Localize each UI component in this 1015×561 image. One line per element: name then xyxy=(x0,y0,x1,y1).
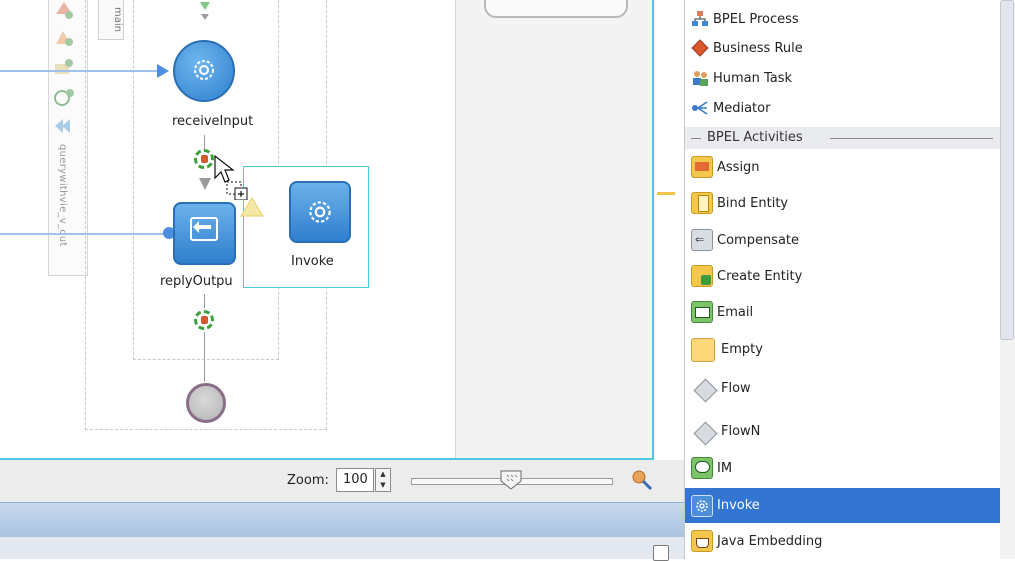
palette-item-assign[interactable]: Assign xyxy=(685,154,1001,180)
palette-item-bind-entity[interactable]: Bind Entity xyxy=(685,190,1001,216)
receive-wire xyxy=(0,70,163,72)
palette-item-label: Mediator xyxy=(713,100,771,116)
adapter-tool-icon[interactable] xyxy=(53,28,75,48)
connector-line xyxy=(204,135,205,149)
palette-section-title: BPEL Activities xyxy=(707,130,803,145)
palette-item-label: Assign xyxy=(717,159,760,175)
end-circle-icon xyxy=(186,383,226,423)
zoom-fit-icon[interactable] xyxy=(631,469,653,491)
reply-activity[interactable] xyxy=(173,202,236,265)
connector-line xyxy=(204,332,205,382)
palette-item-human-task[interactable]: Human Task xyxy=(685,67,1001,89)
zoom-label: Zoom: xyxy=(287,473,329,488)
bpel-process-icon xyxy=(692,11,708,26)
palette-item-label: Flow xyxy=(721,380,751,396)
drag-preview-invoke: Invoke xyxy=(243,166,369,288)
empty-icon xyxy=(691,338,715,362)
palette-item-bpel-process[interactable]: BPEL Process xyxy=(685,8,1001,30)
palette-item-label: Email xyxy=(717,304,754,320)
partner-link-swimlane-pill xyxy=(484,0,628,18)
canvas-frame-border xyxy=(652,0,654,462)
receive-activity[interactable] xyxy=(173,40,235,102)
palette-item-label: FlowN xyxy=(721,423,761,439)
palette-item-compensate[interactable]: ⇐ Compensate xyxy=(685,227,1001,253)
palette-item-label: Bind Entity xyxy=(717,195,789,211)
palette-item-flown[interactable]: FlowN xyxy=(685,417,1001,446)
palette-item-im[interactable]: IM xyxy=(685,455,1001,481)
flown-icon xyxy=(691,420,718,446)
palette-item-label: Empty xyxy=(721,341,763,357)
component-palette: BPEL Process Business Rule Human Task Me… xyxy=(684,0,1015,559)
palette-section-bpel-activities[interactable]: BPEL Activities xyxy=(685,127,1001,149)
zoom-slider-thumb[interactable] xyxy=(499,469,523,491)
partner-link-tool-icon[interactable] xyxy=(53,0,75,20)
bind-entity-icon xyxy=(691,192,713,214)
palette-item-label: Human Task xyxy=(713,70,793,86)
palette-item-label: Business Rule xyxy=(713,40,803,56)
drop-junction-icon[interactable] xyxy=(194,149,214,169)
palette-item-label: Invoke xyxy=(717,498,760,513)
section-divider xyxy=(830,138,993,139)
palette-item-flow[interactable]: Flow xyxy=(685,374,1001,403)
assign-icon xyxy=(691,156,713,178)
compensate-icon: ⇐ xyxy=(691,229,713,251)
invoke-preview-node xyxy=(289,181,351,243)
receive-activity-label: receiveInput xyxy=(172,114,254,129)
spin-up-icon[interactable]: ▲ xyxy=(376,469,390,480)
palette-item-empty[interactable]: Empty xyxy=(685,335,1001,363)
java-embedding-icon xyxy=(691,530,713,552)
palette-item-invoke[interactable]: Invoke xyxy=(685,488,1001,523)
palette-item-label: Java Embedding xyxy=(717,533,823,549)
palette-item-mediator[interactable]: Mediator xyxy=(685,97,1001,119)
palette-item-label: IM xyxy=(717,460,733,476)
mediator-icon xyxy=(692,101,708,115)
flow-icon xyxy=(691,377,718,403)
palette-scrollbar-thumb[interactable] xyxy=(1000,0,1014,340)
im-icon xyxy=(691,457,713,479)
flow-arrow-icon xyxy=(199,178,211,190)
editor-tab-bar xyxy=(0,502,684,538)
timer-tool-icon[interactable] xyxy=(53,88,75,108)
service-tool-icon[interactable] xyxy=(53,58,75,78)
status-bar xyxy=(0,537,684,561)
drop-junction-icon[interactable] xyxy=(194,310,214,330)
gear-icon xyxy=(309,201,331,223)
move-cursor-icon xyxy=(214,154,248,200)
warning-icon xyxy=(240,197,264,217)
section-divider xyxy=(691,138,701,139)
splitter-marker[interactable] xyxy=(657,192,675,195)
drag-preview-label: Invoke xyxy=(291,254,334,269)
palette-item-label: BPEL Process xyxy=(713,11,799,27)
business-rule-icon xyxy=(691,39,709,57)
create-entity-icon xyxy=(691,265,713,287)
palette-item-create-entity[interactable]: Create Entity xyxy=(685,263,1001,289)
zoom-toolbar: Zoom: 100 ▲ ▼ xyxy=(0,460,684,502)
junction-top-icon[interactable] xyxy=(196,0,214,22)
connector-line xyxy=(204,294,205,308)
gear-icon xyxy=(691,494,713,517)
gear-icon xyxy=(194,60,214,80)
scope-tab-main[interactable]: main xyxy=(98,0,124,40)
reply-wire xyxy=(0,233,170,235)
reply-activity-label: replyOutpu xyxy=(160,274,233,289)
canvas-empty-region xyxy=(455,0,655,460)
event-tool-icon[interactable] xyxy=(53,116,75,136)
palette-item-label: Compensate xyxy=(717,232,800,248)
partner-link-label: querywithvie_v_out xyxy=(57,144,68,247)
zoom-input[interactable]: 100 xyxy=(336,468,374,492)
human-task-icon xyxy=(693,71,708,86)
bpel-design-canvas[interactable]: querywithvie_v_out main receiveInput rep… xyxy=(0,0,455,460)
reply-arrow-icon xyxy=(190,217,218,241)
palette-item-email[interactable]: Email xyxy=(685,299,1001,325)
email-icon xyxy=(691,301,713,323)
palette-item-business-rule[interactable]: Business Rule xyxy=(685,37,1001,59)
wire-arrow-icon xyxy=(157,64,169,78)
palette-item-label: Create Entity xyxy=(717,268,803,284)
palette-item-java-embedding[interactable]: Java Embedding xyxy=(685,528,1001,554)
zoom-spinner[interactable]: ▲ ▼ xyxy=(375,468,391,492)
spin-down-icon[interactable]: ▼ xyxy=(376,480,390,491)
